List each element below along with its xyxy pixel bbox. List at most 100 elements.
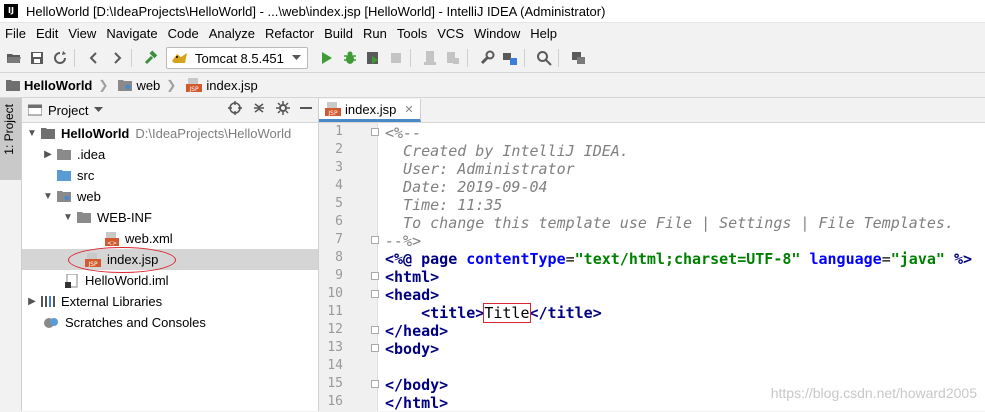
tree-item-scratches[interactable]: Scratches and Consoles [40, 312, 206, 333]
folder-icon [6, 80, 20, 91]
line-number: 12 [327, 322, 343, 337]
project-panel-actions [228, 101, 312, 115]
search-icon[interactable] [535, 49, 553, 67]
editor-tab-index-jsp[interactable]: JSP index.jsp ✕ [319, 99, 421, 122]
expand-arrow-icon[interactable]: ▼ [26, 128, 38, 139]
build-hammer-icon[interactable] [142, 49, 160, 67]
code-line-9: <html> [385, 268, 440, 286]
settings-wrench-icon[interactable] [478, 49, 496, 67]
tree-item-label: HelloWorld [61, 126, 130, 141]
toolbar-separator [466, 49, 468, 67]
fold-toggle-icon[interactable] [371, 326, 379, 334]
tree-item-web-inf[interactable]: ▼ WEB-INF [62, 207, 152, 228]
chevron-right-icon: ❯ [98, 78, 109, 92]
code-line-13: <body> [385, 340, 440, 358]
module-file-icon [65, 273, 78, 288]
run-icon[interactable] [318, 49, 336, 67]
tree-item-web-xml[interactable]: <> web.xml [102, 228, 173, 249]
tree-item-src[interactable]: src [54, 165, 94, 186]
menu-window[interactable]: Window [469, 26, 525, 41]
project-folder-icon [28, 104, 42, 116]
collapsed-arrow-icon[interactable]: ▶ [26, 296, 38, 307]
project-tool-window-tab[interactable]: 1: Project [0, 98, 21, 180]
vcs-update-icon[interactable] [444, 49, 462, 67]
left-tool-strip: 1: Project [0, 98, 22, 411]
expand-arrow-icon[interactable]: ▼ [62, 212, 74, 223]
menu-analyze[interactable]: Analyze [204, 26, 260, 41]
tree-item-label: .idea [77, 147, 106, 162]
run-configuration-select[interactable]: Tomcat 8.5.451 [166, 47, 308, 69]
line-number: 16 [327, 394, 343, 409]
jsp-file-icon: JSP [186, 78, 203, 92]
menu-view[interactable]: View [63, 26, 101, 41]
menu-file[interactable]: File [0, 26, 31, 41]
menu-refactor[interactable]: Refactor [260, 26, 319, 41]
gear-icon[interactable] [276, 101, 290, 115]
menu-vcs[interactable]: VCS [432, 26, 469, 41]
code-area[interactable]: <%-- Created by IntelliJ IDEA. User: Adm… [385, 123, 985, 412]
fold-toggle-icon[interactable] [371, 380, 379, 388]
menu-navigate[interactable]: Navigate [101, 26, 162, 41]
chevron-right-icon: ❯ [166, 78, 177, 92]
menu-run[interactable]: Run [358, 26, 392, 41]
menu-code[interactable]: Code [163, 26, 204, 41]
line-number-gutter: 1 2 3 4 5 6 7 8 9 10 11 12 13 14 15 16 [319, 123, 379, 411]
save-all-icon[interactable] [28, 49, 46, 67]
breadcrumb-item-web[interactable]: web [118, 78, 160, 93]
collapse-all-icon[interactable] [252, 101, 266, 115]
tree-item-helloworld-iml[interactable]: HelloWorld.iml [62, 270, 169, 291]
fold-toggle-icon[interactable] [371, 272, 379, 280]
attribute-value: "java" [890, 250, 945, 268]
tree-item-helloworld[interactable]: ▼ HelloWorld D:\IdeaProjects\HelloWorld [26, 123, 291, 144]
synchronize-icon[interactable] [51, 49, 69, 67]
expand-arrow-icon[interactable]: ▼ [42, 191, 54, 202]
title-close-tag: </title> [529, 304, 602, 322]
tree-item-web[interactable]: ▼ web [42, 186, 101, 207]
line-number: 11 [327, 304, 343, 319]
toolbar-separator [557, 49, 559, 67]
debug-icon[interactable] [341, 49, 359, 67]
forward-icon[interactable] [108, 49, 126, 67]
tree-item-idea[interactable]: ▶ .idea [42, 144, 105, 165]
fold-toggle-icon[interactable] [371, 128, 379, 136]
tree-item-label: Scratches and Consoles [65, 315, 206, 330]
breadcrumb-item-file[interactable]: JSP index.jsp [186, 77, 258, 93]
tree-item-label: src [77, 168, 95, 183]
menu-edit[interactable]: Edit [31, 26, 63, 41]
project-panel-title[interactable]: Project [48, 103, 88, 118]
project-tool-tab-label: 1: Project [2, 104, 16, 155]
menu-help[interactable]: Help [525, 26, 562, 41]
code-line-6: To change this template use File | Setti… [385, 214, 954, 232]
locate-target-icon[interactable] [228, 101, 242, 115]
chevron-down-icon[interactable] [94, 107, 104, 113]
collapsed-arrow-icon[interactable]: ▶ [42, 149, 54, 160]
menu-bar: File Edit View Navigate Code Analyze Ref… [0, 23, 985, 43]
fold-toggle-icon[interactable] [371, 344, 379, 352]
minimize-icon[interactable] [300, 106, 312, 110]
menu-build[interactable]: Build [319, 26, 358, 41]
toolbar-separator [74, 49, 75, 67]
folder-icon [77, 212, 91, 223]
menu-tools[interactable]: Tools [392, 26, 432, 41]
tomcat-icon [172, 53, 187, 63]
tree-item-external-libraries[interactable]: ▶ External Libraries [26, 291, 162, 312]
close-icon[interactable]: ✕ [404, 103, 413, 116]
fold-toggle-icon[interactable] [371, 236, 379, 244]
open-folder-icon[interactable] [5, 49, 23, 67]
line-number: 6 [335, 214, 343, 229]
stop-icon[interactable] [387, 49, 405, 67]
breadcrumb-item-project[interactable]: HelloWorld [6, 78, 92, 93]
project-structure-icon[interactable] [501, 49, 519, 67]
code-line-15: </body> [385, 376, 449, 394]
fold-toggle-icon[interactable] [371, 290, 379, 298]
back-icon[interactable] [85, 49, 103, 67]
run-with-coverage-icon[interactable] [364, 49, 382, 67]
attach-debugger-icon[interactable] [421, 49, 439, 67]
line-number: 2 [335, 142, 343, 157]
presentation-icon[interactable] [569, 49, 587, 67]
breadcrumb-label: index.jsp [206, 77, 258, 93]
line-number: 14 [327, 358, 343, 373]
line-number: 8 [335, 250, 343, 265]
tree-item-label: web [77, 189, 101, 204]
